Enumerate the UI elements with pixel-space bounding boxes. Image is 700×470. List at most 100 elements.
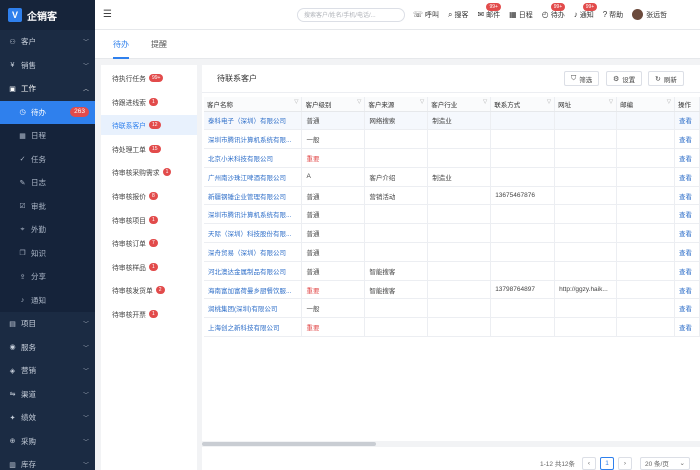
sidebar-item-3[interactable]: ✓ 任务 <box>0 148 95 172</box>
sidebar-item-5[interactable]: ☑ 审批 <box>0 195 95 219</box>
todo-category-item[interactable]: 待执行任务 99+ <box>101 68 197 88</box>
app-logo[interactable]: V 企销客 <box>0 0 95 30</box>
table-cell <box>616 204 675 225</box>
table-row: 天际（深圳）科技股份有限... 普通 查看 <box>204 223 700 244</box>
todo-category-item[interactable]: 待审核订单 7 <box>101 233 197 253</box>
menu-toggle-icon[interactable]: ☰ <box>103 9 112 20</box>
toolbar-phone-button[interactable]: ☏ 呼叫 <box>413 10 439 20</box>
view-link[interactable]: 查看 <box>674 186 700 206</box>
filter-icon[interactable]: ▽ <box>667 99 671 105</box>
sidebar-group-5[interactable]: ✦ 绩效 ﹀ <box>0 406 95 430</box>
customer-name-link[interactable]: 海南富加富荷曼乡厨餐饮服... <box>204 280 303 300</box>
sidebar-group-2[interactable]: ◉ 服务 ﹀ <box>0 336 95 360</box>
refresh-button[interactable]: ↻ 刷新 <box>648 71 684 86</box>
filter-icon[interactable]: ▽ <box>483 99 487 105</box>
view-link[interactable]: 查看 <box>674 129 700 150</box>
filter-icon[interactable]: ▽ <box>609 99 613 105</box>
todo-category-item[interactable]: 待联系客户 12 <box>101 115 197 136</box>
sidebar-item-7[interactable]: ❐ 知识 <box>0 242 95 266</box>
column-header[interactable]: 邮编 ▽ <box>616 97 675 112</box>
filter-icon[interactable]: ▽ <box>357 99 361 105</box>
filter-icon[interactable]: ▽ <box>420 99 424 105</box>
notification-badge: 99+ <box>550 2 566 11</box>
sidebar-item-4[interactable]: ✎ 日志 <box>0 171 95 195</box>
view-link[interactable]: 查看 <box>674 242 700 262</box>
table-cell <box>554 148 618 168</box>
todo-category-item[interactable]: 待审核开票 1 <box>101 304 197 324</box>
table-cell <box>616 167 675 187</box>
toolbar-search-customer-button[interactable]: ⌕ 搜客 <box>448 10 468 20</box>
prev-page-button[interactable]: ‹ <box>582 456 596 470</box>
toolbar-mail-button[interactable]: ✉ 邮件 99+ <box>477 2 501 20</box>
customer-name-link[interactable]: 新疆钢锤企业管理有限公司 <box>204 186 303 206</box>
tab-reminders[interactable]: 提醒 <box>151 30 167 59</box>
filter-icon[interactable]: ▽ <box>547 99 551 105</box>
customer-name-link[interactable]: 河北澳达金属制品有限公司 <box>204 261 303 281</box>
count-badge: 1 <box>148 215 158 224</box>
user-menu[interactable]: 张远哲 <box>632 9 667 20</box>
column-header[interactable]: 联系方式 ▽ <box>490 97 556 112</box>
sidebar-item-8[interactable]: ⇪ 分享 <box>0 265 95 289</box>
sidebar-group-3[interactable]: ◈ 营销 ﹀ <box>0 359 95 383</box>
page-number-current[interactable]: 1 <box>600 456 614 470</box>
view-link[interactable]: 查看 <box>674 148 700 168</box>
page-size-select[interactable]: 20 条/页 ⌄ <box>640 456 690 470</box>
view-link[interactable]: 查看 <box>674 261 700 281</box>
sidebar-group-1[interactable]: ⚇ 客户 ﹀ <box>0 30 95 54</box>
sidebar-group-6[interactable]: ⊕ 采购 ﹀ <box>0 430 95 454</box>
column-header[interactable]: 网址 ▽ <box>554 97 618 112</box>
customer-name-link[interactable]: 深圳市腾讯计算机系统有限... <box>204 204 303 225</box>
view-link[interactable]: 查看 <box>674 204 700 225</box>
todo-category-item[interactable]: 待审核采购需求 1 <box>101 162 197 182</box>
view-link[interactable]: 查看 <box>674 167 700 187</box>
sidebar-item-9[interactable]: ♪ 通知 <box>0 289 95 313</box>
chevron-down-icon: ﹀ <box>82 369 89 376</box>
next-page-button[interactable]: › <box>618 456 632 470</box>
toolbar-clock-button[interactable]: ◴ 待办 99+ <box>542 2 566 20</box>
column-header[interactable]: 客户名称 ▽ <box>204 97 303 112</box>
sidebar-group-7[interactable]: ▥ 库存 ﹀ <box>0 453 95 470</box>
customer-name-link[interactable]: 润桃集团(深圳)有限公司 <box>204 298 303 319</box>
customer-name-link[interactable]: 北京小米科技有限公司 <box>204 148 303 168</box>
customer-name-link[interactable]: 广州南沙珠江啤酒有限公司 <box>204 167 303 187</box>
customer-name-link[interactable]: 泰科电子（深圳）有限公司 <box>204 111 303 131</box>
customer-name-link[interactable]: 深舟贸易（深圳）有限公司 <box>204 242 303 262</box>
filter-icon[interactable]: ▽ <box>294 99 298 105</box>
todo-category-item[interactable]: 待审核样品 1 <box>101 257 197 277</box>
toolbar-help-button[interactable]: ? 帮助 <box>603 10 623 20</box>
sidebar-item-6[interactable]: ⌖ 外勤 <box>0 218 95 242</box>
todo-category-item[interactable]: 待跟进线索 1 <box>101 92 197 112</box>
view-link[interactable]: 查看 <box>674 298 700 319</box>
global-search-input[interactable]: 搜索客户/姓名/手机/电话/... <box>296 7 405 22</box>
customer-name-link[interactable]: 天际（深圳）科技股份有限... <box>204 223 303 244</box>
view-link[interactable]: 查看 <box>674 280 700 300</box>
todo-category-item[interactable]: 待审核报价 8 <box>101 186 197 206</box>
toolbar-bell-button[interactable]: ♪ 通知 99+ <box>574 2 598 20</box>
sidebar-group-4[interactable]: ⇋ 渠道 ﹀ <box>0 383 95 407</box>
settings-button[interactable]: ⚙ 设置 <box>606 71 643 86</box>
sidebar-group-1[interactable]: ▤ 项目 ﹀ <box>0 312 95 336</box>
filter-button[interactable]: ⛉ 筛选 <box>564 71 600 86</box>
todo-category-item[interactable]: 待审核发货单 2 <box>101 280 197 300</box>
column-header[interactable]: 操作 <box>674 97 700 112</box>
sidebar-item-label: 分享 <box>31 272 46 282</box>
column-header[interactable]: 客户行业 ▽ <box>427 97 492 112</box>
todo-category-item[interactable]: 待审核项目 1 <box>101 210 197 230</box>
column-header[interactable]: 客户级别 ▽ <box>301 97 366 112</box>
tab-todo[interactable]: 待办 <box>113 30 129 59</box>
view-link[interactable]: 查看 <box>674 317 700 338</box>
table-cell: 13798764897 <box>490 280 556 300</box>
toolbar-calendar-button[interactable]: ▦ 日程 <box>509 10 533 20</box>
customer-name-link[interactable]: 深圳市腾讯计算机系统有限... <box>204 129 303 150</box>
customer-name-link[interactable]: 上海创之新科技有限公司 <box>204 317 303 338</box>
sidebar-item-1[interactable]: ◷ 待办 263 <box>0 100 95 124</box>
column-header[interactable]: 客户来源 ▽ <box>364 97 429 112</box>
todo-category-item[interactable]: 待处理工单 15 <box>101 139 197 159</box>
view-link[interactable]: 查看 <box>674 111 700 131</box>
sidebar-group-work[interactable]: ▣ 工作 ︿ <box>0 77 95 101</box>
sidebar-item-2[interactable]: ▦ 日程 <box>0 124 95 148</box>
view-link[interactable]: 查看 <box>674 223 700 244</box>
table-cell <box>427 261 492 281</box>
scrollbar-thumb[interactable] <box>202 442 376 446</box>
sidebar-group-2[interactable]: ¥ 销售 ﹀ <box>0 54 95 78</box>
